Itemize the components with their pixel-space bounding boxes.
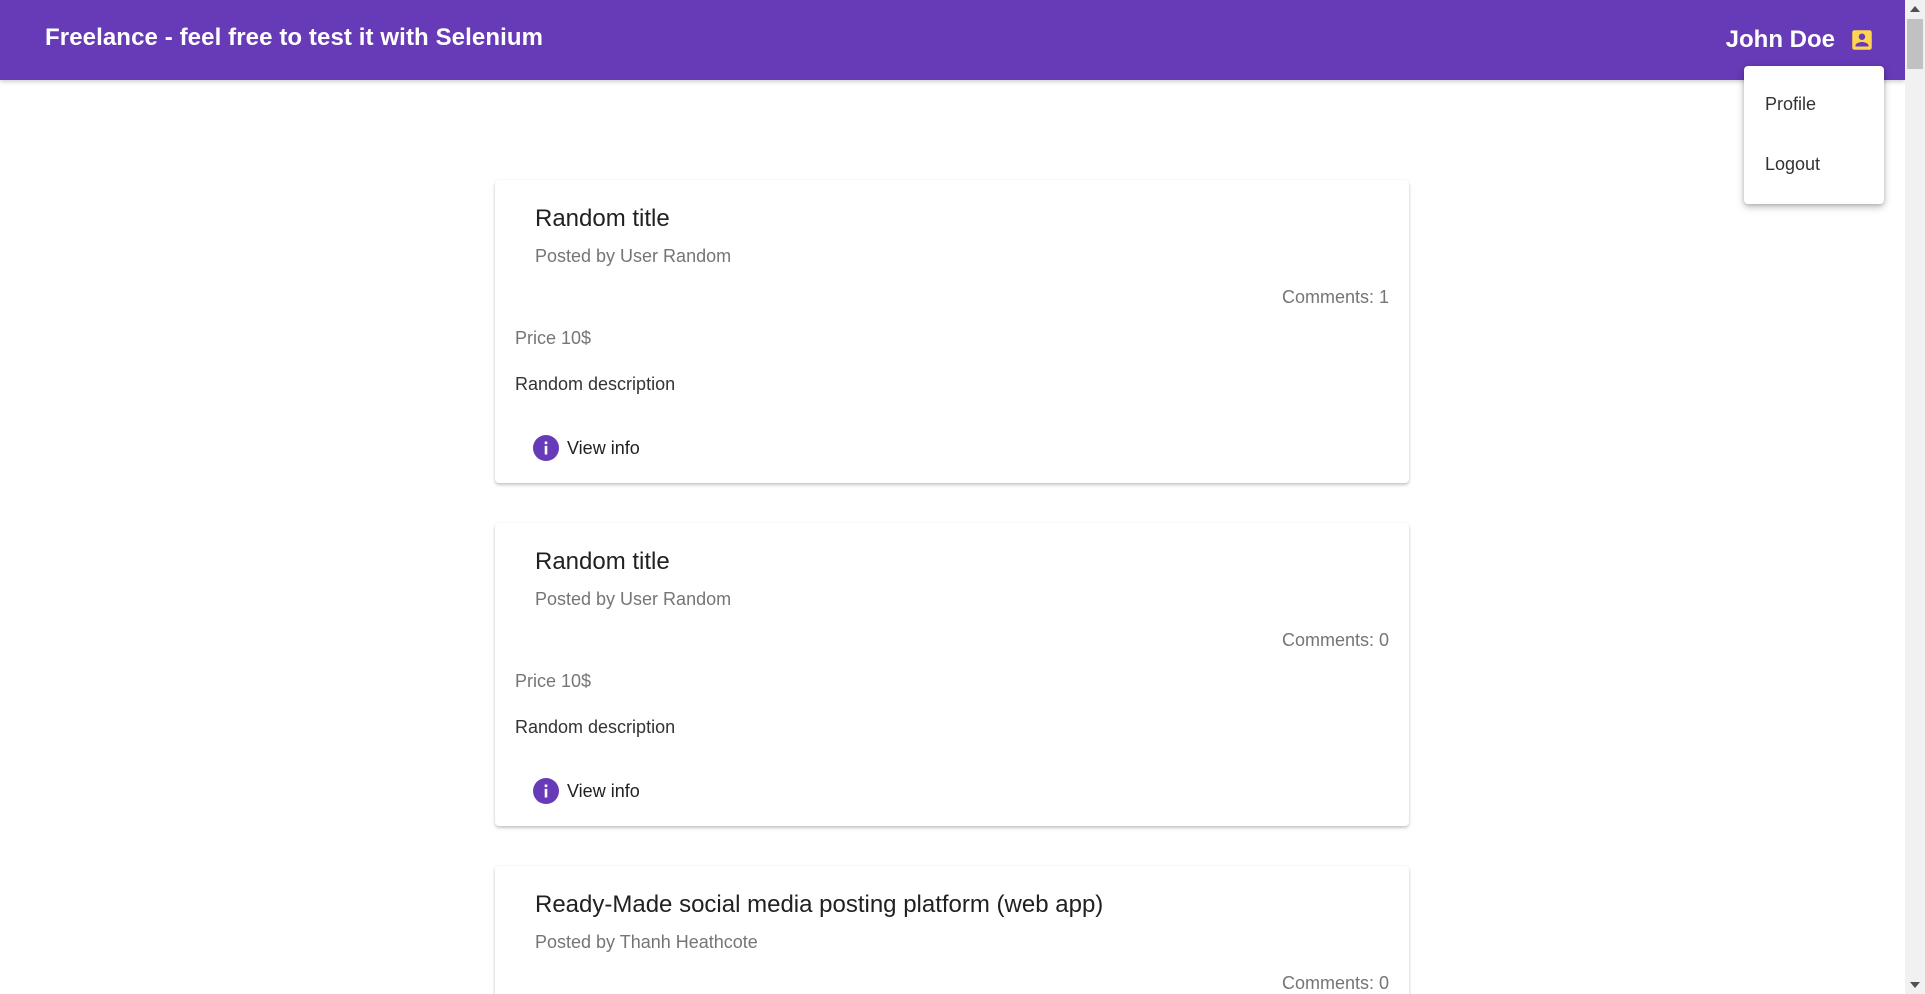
app-title: Freelance - feel free to test it with Se… (45, 24, 544, 51)
job-author: Posted by User Random (535, 246, 732, 266)
account-box-icon (1852, 30, 1872, 50)
job-author: Posted by Thanh Heathcote (535, 932, 758, 952)
job-comments-count: Comments: 0 (1281, 973, 1389, 993)
view-info-button[interactable]: View info (527, 773, 646, 809)
scroll-down-arrow-icon[interactable] (1910, 982, 1920, 988)
job-comments-count: Comments: 1 (1281, 287, 1389, 307)
info-icon (533, 778, 559, 804)
scroll-up-arrow-icon[interactable] (1910, 6, 1920, 12)
job-author: Posted by User Random (535, 589, 732, 609)
top-toolbar: Freelance - feel free to test it with Se… (0, 0, 1905, 80)
user-menu-button[interactable]: John Doe (1726, 17, 1875, 63)
job-description: Random description (515, 717, 676, 737)
job-price: Price 10$ (515, 328, 592, 348)
vertical-scrollbar[interactable] (1905, 0, 1925, 994)
job-price: Price 10$ (515, 671, 592, 691)
app-root: Freelance - feel free to test it with Se… (0, 0, 1905, 994)
view-info-button[interactable]: View info (527, 430, 646, 466)
user-dropdown-menu: Profile Logout (1744, 66, 1884, 204)
job-description: Random description (515, 374, 676, 394)
menu-item-profile[interactable]: Profile (1744, 74, 1884, 134)
job-title: Random title (535, 205, 670, 232)
job-title: Ready-Made social media posting platform… (535, 891, 1104, 918)
job-title: Random title (535, 548, 670, 575)
job-card: Random title Posted by User Random Comme… (495, 523, 1409, 826)
menu-item-logout[interactable]: Logout (1744, 134, 1884, 194)
job-card: Random title Posted by User Random Comme… (495, 180, 1409, 483)
view-info-label: View info (567, 437, 640, 458)
info-icon (533, 435, 559, 461)
scrollbar-thumb[interactable] (1907, 19, 1923, 69)
view-info-label: View info (567, 780, 640, 801)
job-card: Ready-Made social media posting platform… (495, 866, 1409, 994)
user-name: John Doe (1725, 26, 1835, 53)
job-comments-count: Comments: 0 (1281, 630, 1389, 650)
